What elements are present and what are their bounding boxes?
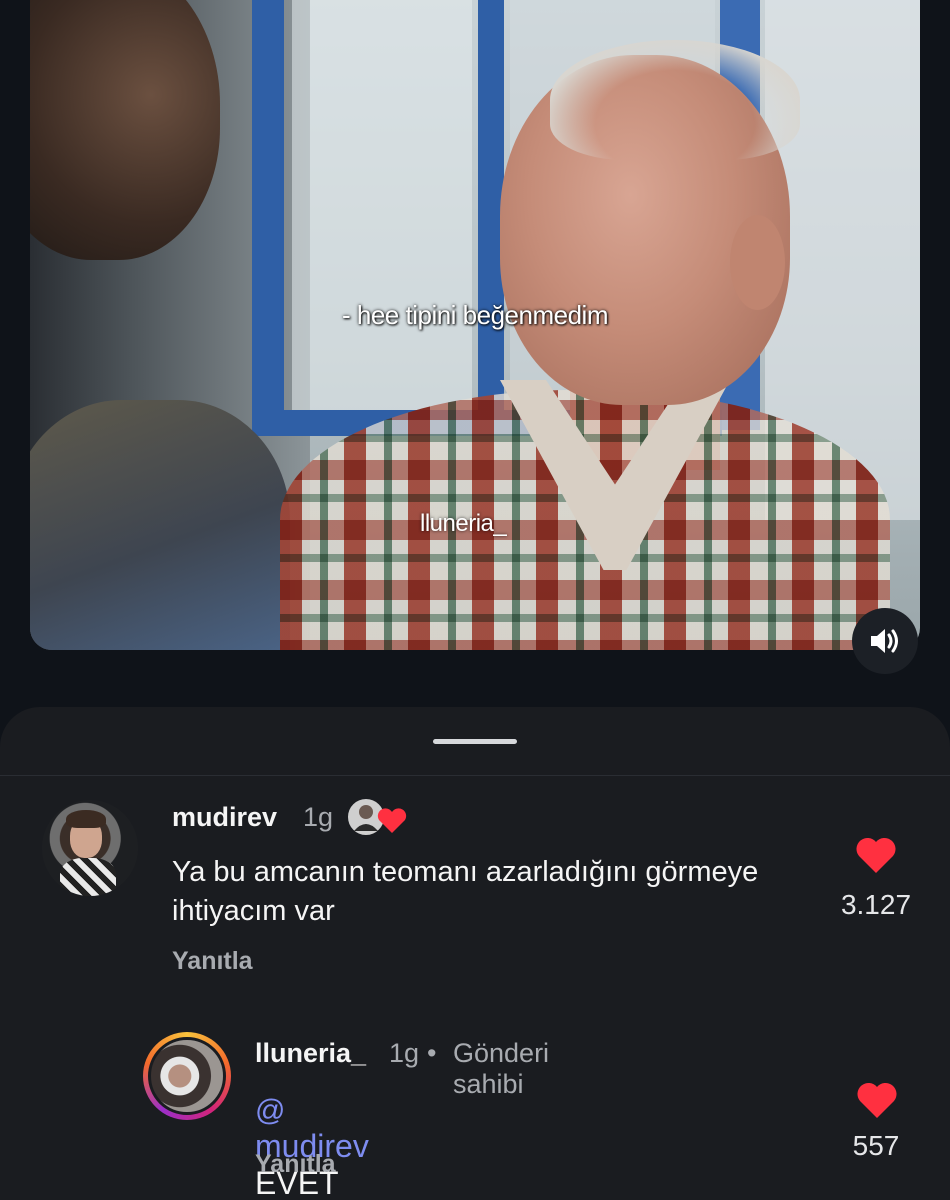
comment-text: Ya bu amcanın teomanı azarladığını görme…	[172, 856, 759, 927]
author-badge: Gönderi sahibi	[453, 1038, 550, 1099]
comments-sheet: mudirev 1g Ya bu amcanın teomanı azarlad…	[0, 707, 950, 1200]
divider	[0, 775, 950, 776]
like-count: 557	[852, 1130, 900, 1161]
sheet-drag-handle[interactable]	[433, 739, 517, 744]
liked-by-author-icon	[346, 797, 407, 837]
comment-time: 1g	[303, 802, 334, 832]
separator-dot: •	[427, 1038, 437, 1068]
comment-username[interactable]: mudirev	[172, 802, 277, 833]
video-watermark: lluneria_	[420, 510, 507, 537]
sound-toggle-button[interactable]	[852, 608, 918, 674]
comment-text: @mudirev EVET EVET	[255, 1091, 369, 1200]
reel-page: - hee tipini beğenmedim lluneria_ mudire…	[0, 0, 950, 1200]
reel-video[interactable]: - hee tipini beğenmedim lluneria_	[30, 0, 920, 650]
reply-button[interactable]: Yanıtla	[172, 947, 253, 976]
reply-button[interactable]: Yanıtla	[255, 1150, 336, 1179]
like-count: 3.127	[840, 889, 912, 920]
speaker-icon	[871, 629, 898, 653]
comment-username[interactable]: lluneria_	[255, 1038, 366, 1069]
foreground-person-shoulder	[30, 400, 290, 650]
video-subtitle: - hee tipini beğenmedim	[342, 300, 609, 330]
heart-icon[interactable]	[855, 1080, 899, 1120]
comment-time: 1g	[389, 1038, 420, 1068]
avatar[interactable]	[42, 800, 138, 896]
heart-icon[interactable]	[854, 835, 898, 875]
avatar[interactable]	[148, 1037, 226, 1115]
threads-icon: @	[255, 1094, 286, 1127]
